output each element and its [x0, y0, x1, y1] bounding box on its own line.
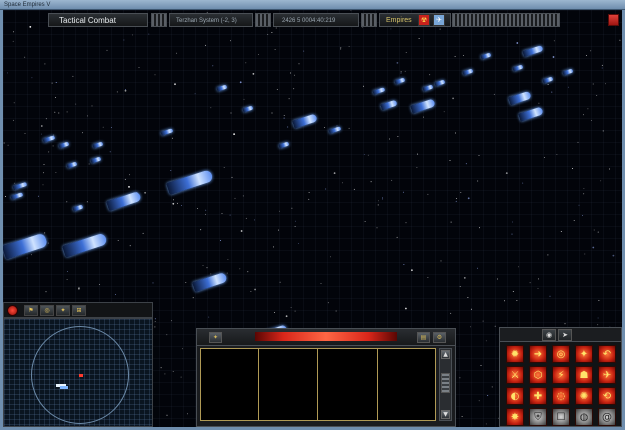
tab-orders[interactable]: ◉: [542, 329, 556, 341]
capture-order-button[interactable]: ☐: [552, 408, 570, 426]
retreat-icon: ↶: [602, 348, 612, 360]
warp-icon: ◍: [579, 411, 589, 423]
combat-status-bar: [255, 332, 397, 341]
ram-icon: ⚡: [557, 369, 565, 381]
unit-slot[interactable]: [378, 349, 435, 420]
move-icon: ➜: [533, 348, 543, 360]
empire-flag-icon[interactable]: ☢: [418, 14, 430, 26]
selection-scrollbar[interactable]: ▲ ▼: [439, 348, 452, 421]
tab-cursor[interactable]: ➤: [558, 329, 572, 341]
mine-order-button[interactable]: ✺: [575, 387, 593, 405]
selection-panel: ✦ ▤ ⚙ ▲ ▼: [196, 328, 456, 427]
settings-icon[interactable]: ⚙: [433, 332, 446, 343]
fire-icon: ✦: [579, 348, 589, 360]
selected-units-grid[interactable]: [200, 348, 436, 421]
self-destruct-order-button[interactable]: ✸: [506, 408, 524, 426]
minimap-friendly-fleet[interactable]: [60, 386, 68, 389]
location-text: Terzhan System (-2, 3): [176, 18, 237, 24]
tractor-order-button[interactable]: ⟲: [598, 387, 616, 405]
scroll-up-button[interactable]: ▲: [441, 350, 450, 359]
retreat-order-button[interactable]: ↶: [598, 345, 616, 363]
cloak-icon: ◐: [510, 390, 520, 402]
top-hud: Tactical Combat Terzhan System (-2, 3) 2…: [0, 10, 625, 32]
mine-icon: ✺: [579, 390, 589, 402]
ships-icon[interactable]: ⚑: [24, 305, 38, 316]
repair-order-button[interactable]: ✚: [529, 387, 547, 405]
scan-icon: ◌: [556, 390, 566, 402]
formation-order-button[interactable]: ⬡: [529, 366, 547, 384]
hud-divider: [151, 13, 167, 27]
stardate-panel: 2426 5 0004:40:219: [273, 13, 359, 27]
attack-order-button[interactable]: ✹: [506, 345, 524, 363]
minimap[interactable]: [3, 318, 153, 427]
warp-order-button[interactable]: ◍: [575, 408, 593, 426]
guard-icon: ⚔: [510, 369, 520, 381]
minimap-enemy-marker[interactable]: [79, 374, 83, 377]
boarding-icon: ☗: [579, 369, 589, 381]
stardate-text: 2426 5 0004:40:219: [282, 18, 336, 24]
zoom-icon[interactable]: ⊞: [72, 305, 86, 316]
shield-icon: ⛨: [534, 411, 542, 423]
unit-slot[interactable]: [201, 349, 259, 420]
hud-divider: [255, 13, 271, 27]
scroll-thumb[interactable]: [441, 373, 450, 393]
launch-order-button[interactable]: ✈: [598, 366, 616, 384]
selection-panel-header: ✦ ▤ ⚙: [197, 329, 455, 346]
cloak-order-button[interactable]: ◐: [506, 387, 524, 405]
ram-order-button[interactable]: ⚡: [552, 366, 570, 384]
location-panel: Terzhan System (-2, 3): [169, 13, 253, 27]
attack-icon: ✹: [510, 348, 520, 360]
scroll-down-button[interactable]: ▼: [441, 410, 450, 419]
spiral-icon: @: [602, 411, 612, 423]
close-icon[interactable]: [608, 14, 619, 26]
explosion-icon: ✸: [510, 411, 520, 423]
allied-flag-icon[interactable]: ✈: [433, 14, 445, 26]
end-turn-button[interactable]: @: [598, 408, 616, 426]
order-tabs: ◉ ➤: [499, 327, 622, 342]
unit-slot[interactable]: [318, 349, 378, 420]
hud-divider: [452, 13, 560, 27]
shield-order-button[interactable]: ⛨: [529, 408, 547, 426]
capture-icon: ☐: [556, 411, 566, 423]
mode-title-panel: Tactical Combat: [48, 13, 148, 27]
scan-order-button[interactable]: ◌: [552, 387, 570, 405]
move-order-button[interactable]: ➜: [529, 345, 547, 363]
mode-title: Tactical Combat: [59, 16, 116, 25]
weapon-icon[interactable]: ✦: [209, 332, 222, 343]
empire-label: Empires: [386, 17, 412, 24]
guard-order-button[interactable]: ⚔: [506, 366, 524, 384]
window-titlebar[interactable]: Space Empires V: [0, 0, 625, 10]
target-order-button[interactable]: ◎: [552, 345, 570, 363]
target-icon: ◎: [556, 348, 566, 360]
fire-order-button[interactable]: ✦: [575, 345, 593, 363]
boarding-order-button[interactable]: ☗: [575, 366, 593, 384]
window-title: Space Empires V: [4, 2, 51, 8]
unit-slot[interactable]: [259, 349, 318, 420]
launch-icon: ✈: [602, 369, 612, 381]
hud-divider: [361, 13, 377, 27]
minimap-toolbar: ⚑ ◎ ✦ ⊞: [3, 302, 153, 318]
record-icon[interactable]: [7, 305, 18, 316]
planet-icon[interactable]: ◎: [40, 305, 54, 316]
fleet-icon[interactable]: ✦: [56, 305, 70, 316]
repair-icon: ✚: [533, 390, 543, 402]
formation-icon: ⬡: [533, 369, 543, 381]
log-icon[interactable]: ▤: [417, 332, 430, 343]
tractor-icon: ⟲: [602, 390, 612, 402]
orders-panel: ✹ ➜ ◎ ✦ ↶ ⚔ ⬡ ⚡ ☗ ✈ ◐ ✚ ◌ ✺ ⟲ ✸ ⛨ ☐ ◍ @: [499, 341, 622, 427]
